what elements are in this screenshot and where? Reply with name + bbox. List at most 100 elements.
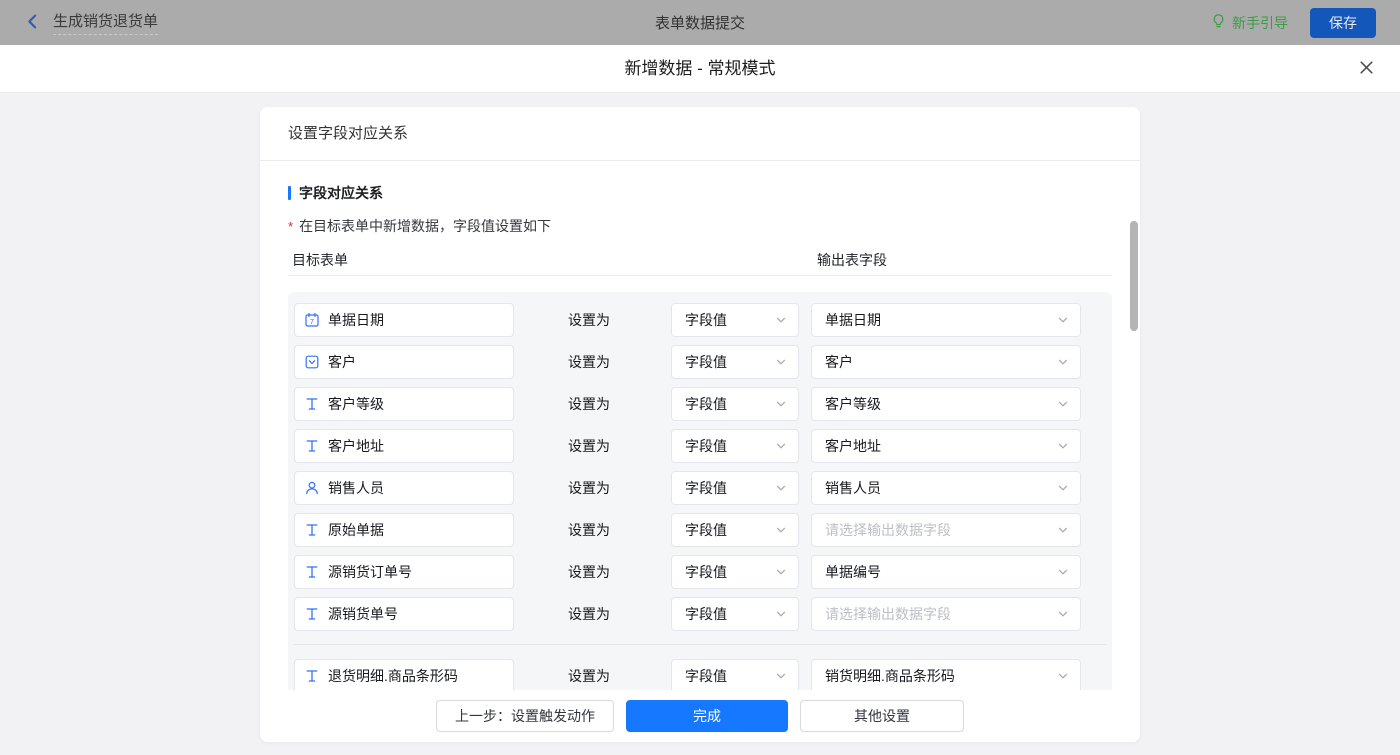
chevron-down-icon (1057, 482, 1069, 494)
scrollbar-thumb[interactable] (1130, 221, 1138, 331)
output-field-select[interactable]: 客户等级 (811, 387, 1081, 421)
set-as-label: 设置为 (568, 668, 610, 684)
prev-step-button[interactable]: 上一步：设置触发动作 (436, 700, 614, 732)
card-title: 设置字段对应关系 (260, 107, 1140, 161)
node-title: 表单数据提交 (654, 15, 745, 32)
target-field-box: 源销货单号 (294, 597, 514, 631)
chevron-down-icon (775, 566, 787, 578)
chevron-down-icon (1057, 608, 1069, 620)
mapping-row: 原始单据 设置为 字段值 请选择输出数据字段 (294, 513, 1107, 547)
required-mark: * (288, 219, 294, 234)
output-field-select[interactable]: 单据编号 (811, 555, 1081, 589)
output-field-value: 客户地址 (825, 438, 881, 454)
svg-text:7: 7 (310, 317, 314, 326)
target-field-box: 客户地址 (294, 429, 514, 463)
value-type-value: 字段值 (685, 606, 727, 622)
mapping-panel: 7 单据日期 设置为 字段值 单据日期 客户 设置为 字段值 客户 客户等级 设… (288, 292, 1112, 690)
value-type-value: 字段值 (685, 522, 727, 538)
card-content: 字段对应关系 * 在目标表单中新增数据，字段值设置如下 目标表单 输出表字段 7 … (260, 161, 1140, 690)
output-field-value: 单据编号 (825, 564, 881, 580)
value-type-select[interactable]: 字段值 (671, 513, 799, 547)
mapping-note: * 在目标表单中新增数据，字段值设置如下 (288, 218, 552, 234)
modal-header: 新增数据 - 常规模式 (0, 45, 1400, 93)
output-field-select[interactable]: 客户地址 (811, 429, 1081, 463)
settings-card: 设置字段对应关系 字段对应关系 * 在目标表单中新增数据，字段值设置如下 目标表单… (260, 107, 1140, 742)
save-button[interactable]: 保存 (1310, 7, 1376, 38)
chevron-down-icon (1057, 398, 1069, 410)
value-type-select[interactable]: 字段值 (671, 303, 799, 337)
chevron-down-icon (1057, 440, 1069, 452)
output-field-select[interactable]: 销货明细.商品条形码 (811, 659, 1081, 690)
column-target-form: 目标表单 (292, 252, 348, 268)
mapping-row: 源销货订单号 设置为 字段值 单据编号 (294, 555, 1107, 589)
set-as-label: 设置为 (568, 480, 610, 496)
output-field-value: 销售人员 (825, 480, 881, 496)
close-icon (1358, 59, 1375, 79)
value-type-value: 字段值 (685, 668, 727, 684)
target-field-label: 退货明细.商品条形码 (328, 668, 458, 684)
target-field-label: 单据日期 (328, 312, 384, 328)
beginner-guide-link[interactable]: 新手引导 (1211, 13, 1288, 33)
top-bar: 表单数据提交 生成销货退货单 新手引导 保存 (0, 0, 1400, 45)
done-button[interactable]: 完成 (626, 700, 788, 732)
section-title: 字段对应关系 (288, 183, 1112, 203)
calendar-icon: 7 (304, 312, 320, 328)
close-button[interactable] (1356, 59, 1376, 79)
target-field-box: 源销货订单号 (294, 555, 514, 589)
back-button[interactable] (24, 13, 41, 33)
output-field-select[interactable]: 客户 (811, 345, 1081, 379)
set-as-label: 设置为 (568, 312, 610, 328)
value-type-select[interactable]: 字段值 (671, 387, 799, 421)
chevron-down-icon (1057, 314, 1069, 326)
value-type-select[interactable]: 字段值 (671, 471, 799, 505)
beginner-guide-label: 新手引导 (1232, 14, 1288, 31)
modal-body: 设置字段对应关系 字段对应关系 * 在目标表单中新增数据，字段值设置如下 目标表单… (0, 93, 1400, 755)
chevron-down-icon (775, 608, 787, 620)
chevron-down-icon (775, 356, 787, 368)
value-type-value: 字段值 (685, 564, 727, 580)
chevron-down-icon (775, 482, 787, 494)
set-as-label: 设置为 (568, 522, 610, 538)
output-field-value: 请选择输出数据字段 (825, 606, 951, 622)
mapping-rows: 7 单据日期 设置为 字段值 单据日期 客户 设置为 字段值 客户 客户等级 设… (294, 303, 1106, 690)
output-field-select[interactable]: 销售人员 (811, 471, 1081, 505)
flow-name[interactable]: 生成销货退货单 (53, 10, 159, 35)
target-field-label: 源销货订单号 (328, 564, 412, 580)
output-field-select[interactable]: 请选择输出数据字段 (811, 597, 1081, 631)
target-field-label: 原始单据 (328, 522, 384, 538)
value-type-select[interactable]: 字段值 (671, 345, 799, 379)
value-type-select[interactable]: 字段值 (671, 555, 799, 589)
user-icon (304, 480, 320, 496)
chevron-down-icon (1057, 566, 1069, 578)
text-icon (304, 396, 320, 412)
target-field-box: 退货明细.商品条形码 (294, 659, 514, 690)
value-type-select[interactable]: 字段值 (671, 429, 799, 463)
bulb-icon (1211, 13, 1226, 32)
value-type-value: 字段值 (685, 438, 727, 454)
output-field-select[interactable]: 请选择输出数据字段 (811, 513, 1081, 547)
mapping-row: 客户等级 设置为 字段值 客户等级 (294, 387, 1107, 421)
other-settings-button[interactable]: 其他设置 (800, 700, 964, 732)
text-icon (304, 668, 320, 684)
subform-divider (294, 644, 1106, 645)
chevron-down-icon (775, 440, 787, 452)
target-field-label: 源销货单号 (328, 606, 398, 622)
column-headers: 目标表单 输出表字段 (288, 248, 1112, 276)
modal-title: 新增数据 - 常规模式 (624, 59, 776, 78)
target-field-box: 客户 (294, 345, 514, 379)
set-as-label: 设置为 (568, 564, 610, 580)
target-field-label: 销售人员 (328, 480, 384, 496)
output-field-select[interactable]: 单据日期 (811, 303, 1081, 337)
value-type-value: 字段值 (685, 480, 727, 496)
text-icon (304, 564, 320, 580)
set-as-label: 设置为 (568, 354, 610, 370)
value-type-value: 字段值 (685, 354, 727, 370)
value-type-value: 字段值 (685, 396, 727, 412)
mapping-row: 7 单据日期 设置为 字段值 单据日期 (294, 303, 1107, 337)
output-field-value: 客户等级 (825, 396, 881, 412)
value-type-select[interactable]: 字段值 (671, 659, 799, 690)
value-type-select[interactable]: 字段值 (671, 597, 799, 631)
column-output-fields: 输出表字段 (817, 252, 887, 268)
set-as-label: 设置为 (568, 606, 610, 622)
output-field-value: 单据日期 (825, 312, 881, 328)
